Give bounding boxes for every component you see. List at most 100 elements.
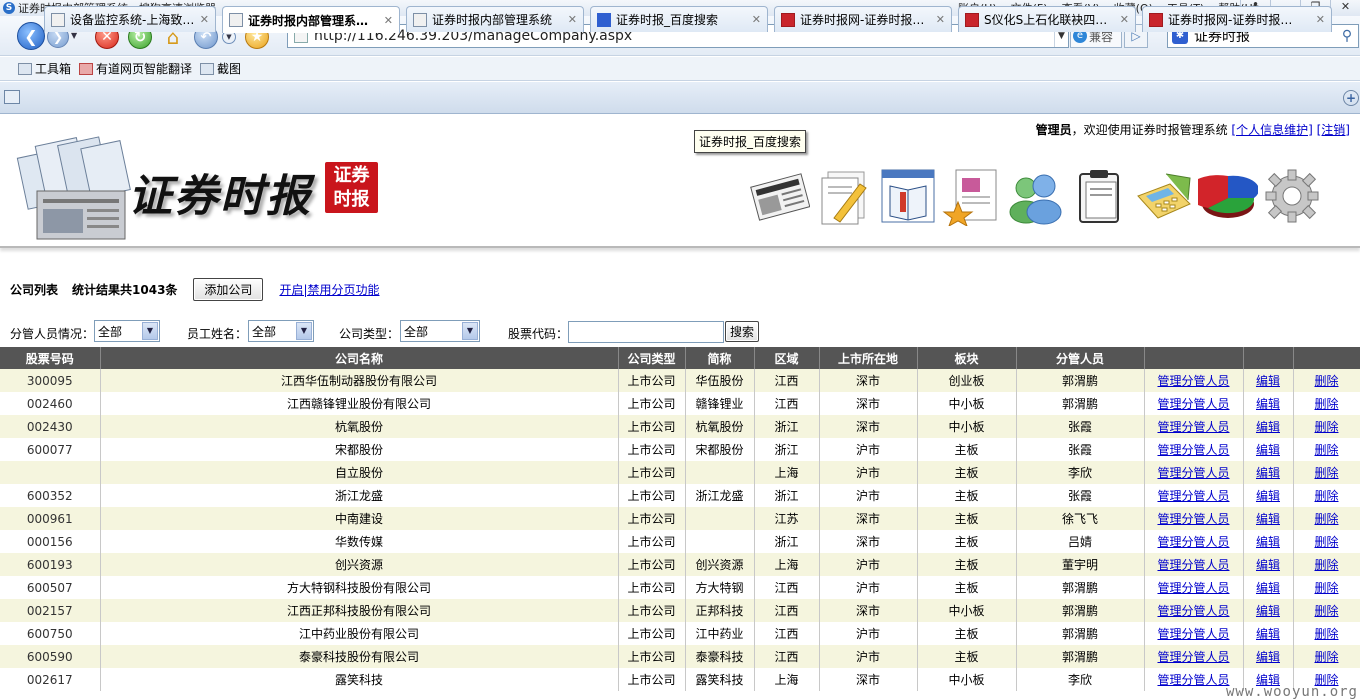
company-type-cell: 上市公司: [618, 507, 686, 530]
chevron-down-icon[interactable]: ▼: [296, 322, 312, 340]
type-filter-label: 公司类型：: [339, 327, 400, 341]
region-cell: 江西: [754, 645, 820, 668]
delete-link[interactable]: 删除: [1314, 420, 1338, 434]
pie-chart-icon[interactable]: [1198, 163, 1258, 229]
manage-managers-link[interactable]: 管理分管人员: [1157, 374, 1229, 388]
chevron-down-icon[interactable]: ▼: [462, 322, 478, 340]
manage-managers-link[interactable]: 管理分管人员: [1157, 466, 1229, 480]
tab-close-icon[interactable]: ✕: [568, 13, 577, 26]
board-cell: 主板: [917, 622, 1017, 645]
stock-code-input[interactable]: [568, 321, 724, 343]
user-role: 管理员: [1035, 123, 1072, 137]
manage-managers-link[interactable]: 管理分管人员: [1157, 558, 1229, 572]
clipboard-icon[interactable]: [1070, 163, 1130, 229]
delete-link[interactable]: 删除: [1314, 627, 1338, 641]
manage-managers-link[interactable]: 管理分管人员: [1157, 604, 1229, 618]
edit-link[interactable]: 编辑: [1256, 604, 1280, 618]
edit-link[interactable]: 编辑: [1256, 535, 1280, 549]
delete-link[interactable]: 删除: [1314, 535, 1338, 549]
employee-filter-select[interactable]: 全部 ▼: [248, 320, 314, 342]
edit-link[interactable]: 编辑: [1256, 650, 1280, 664]
edit-link[interactable]: 编辑: [1256, 374, 1280, 388]
delete-link[interactable]: 删除: [1314, 604, 1338, 618]
delete-link[interactable]: 删除: [1314, 466, 1338, 480]
favorite-document-icon[interactable]: [942, 163, 1002, 229]
type-filter-select[interactable]: 全部 ▼: [400, 320, 480, 342]
search-button[interactable]: 搜索: [725, 321, 760, 342]
delete-link[interactable]: 删除: [1314, 397, 1338, 411]
text-book-icon[interactable]: [878, 163, 938, 229]
manage-managers-link[interactable]: 管理分管人员: [1157, 397, 1229, 411]
screenshot-button[interactable]: 截图: [200, 60, 241, 77]
stock-code-cell: 002460: [0, 392, 101, 415]
logout-link[interactable]: [注销]: [1317, 123, 1350, 137]
tab-close-icon[interactable]: ✕: [384, 14, 393, 27]
action-cell: 编辑: [1243, 553, 1294, 576]
manage-managers-link[interactable]: 管理分管人员: [1157, 673, 1229, 687]
tab-stcn-admin[interactable]: 证券时报内部管理系统 ✕: [406, 6, 584, 32]
back-button[interactable]: ❮: [17, 22, 45, 50]
tab-close-icon[interactable]: ✕: [200, 13, 209, 26]
col-listing-market: 上市所在地: [819, 347, 918, 369]
delete-link[interactable]: 删除: [1314, 374, 1338, 388]
tab-stcn-admin-active[interactable]: 证券时报内部管理系… ✕: [222, 6, 400, 33]
history-dropdown-icon[interactable]: ▼: [71, 31, 77, 40]
manage-managers-link[interactable]: 管理分管人员: [1157, 420, 1229, 434]
edit-link[interactable]: 编辑: [1256, 489, 1280, 503]
delete-link[interactable]: 删除: [1314, 558, 1338, 572]
manage-managers-link[interactable]: 管理分管人员: [1157, 512, 1229, 526]
manage-managers-link[interactable]: 管理分管人员: [1157, 489, 1229, 503]
manage-managers-link[interactable]: 管理分管人员: [1157, 581, 1229, 595]
news-icon[interactable]: [750, 163, 810, 229]
search-icon[interactable]: ⚲: [1336, 28, 1358, 44]
manage-managers-link[interactable]: 管理分管人员: [1157, 535, 1229, 549]
delete-link[interactable]: 删除: [1314, 443, 1338, 457]
close-window-button[interactable]: ✕: [1330, 0, 1360, 16]
delete-link[interactable]: 删除: [1314, 489, 1338, 503]
new-tab-button[interactable]: +: [1343, 90, 1359, 106]
col-stock-code: 股票号码: [0, 347, 101, 369]
edit-document-icon[interactable]: [814, 163, 874, 229]
tab-stcn-news-1[interactable]: 证券时报网-证券时报… ✕: [774, 6, 952, 32]
listing-market-cell: 深市: [819, 415, 918, 438]
manage-managers-link[interactable]: 管理分管人员: [1157, 627, 1229, 641]
tab-stcn-news-3[interactable]: 证券时报网-证券时报… ✕: [1142, 6, 1332, 32]
region-cell: 浙江: [754, 438, 820, 461]
calculator-icon[interactable]: [1134, 163, 1194, 229]
table-row: 600750 江中药业股份有限公司 上市公司 江中药业 江西 沪市 主板 郭渭鹏 管理分管人员 编…: [0, 622, 1360, 645]
manage-managers-link[interactable]: 管理分管人员: [1157, 443, 1229, 457]
edit-link[interactable]: 编辑: [1256, 443, 1280, 457]
chevron-down-icon[interactable]: ▼: [142, 322, 158, 340]
edit-link[interactable]: 编辑: [1256, 558, 1280, 572]
edit-link[interactable]: 编辑: [1256, 397, 1280, 411]
edit-link[interactable]: 编辑: [1256, 581, 1280, 595]
edit-link[interactable]: 编辑: [1256, 512, 1280, 526]
manager-filter-select[interactable]: 全部 ▼: [94, 320, 160, 342]
tab-stcn-news-2[interactable]: S仪化S上石化联袂四… ✕: [958, 6, 1136, 32]
action-cell: 编辑: [1243, 484, 1294, 507]
toolbox-button[interactable]: 工具箱: [18, 60, 71, 77]
table-row: 600352 浙江龙盛 上市公司 浙江龙盛 浙江 沪市 主板 张霞 管理分管人员 编辑 删除: [0, 484, 1360, 507]
toggle-paging-link[interactable]: 开启|禁用分页功能: [279, 281, 379, 298]
settings-gear-icon[interactable]: [1262, 163, 1322, 229]
tab-device-monitor[interactable]: 设备监控系统-上海致… ✕: [44, 6, 216, 32]
users-icon[interactable]: [1006, 163, 1066, 229]
edit-link[interactable]: 编辑: [1256, 420, 1280, 434]
tab-close-icon[interactable]: ✕: [752, 13, 761, 26]
tab-close-icon[interactable]: ✕: [1120, 13, 1129, 26]
delete-link[interactable]: 删除: [1314, 650, 1338, 664]
tab-close-icon[interactable]: ✕: [936, 13, 945, 26]
add-company-button[interactable]: 添加公司: [193, 278, 264, 301]
edit-link[interactable]: 编辑: [1256, 627, 1280, 641]
delete-link[interactable]: 删除: [1314, 581, 1338, 595]
profile-link[interactable]: [个人信息维护]: [1231, 123, 1312, 137]
sidebar-toggle-icon[interactable]: [4, 90, 20, 104]
youdao-translate-button[interactable]: 有道网页智能翻译: [79, 60, 192, 77]
action-cell: 删除: [1293, 599, 1360, 622]
delete-link[interactable]: 删除: [1314, 512, 1338, 526]
list-toolbar: 公司列表 统计结果共1043条 添加公司 开启|禁用分页功能: [10, 278, 379, 301]
manage-managers-link[interactable]: 管理分管人员: [1157, 650, 1229, 664]
tab-close-icon[interactable]: ✕: [1316, 13, 1325, 26]
edit-link[interactable]: 编辑: [1256, 466, 1280, 480]
tab-baidu-search[interactable]: 证券时报_百度搜索 ✕: [590, 6, 768, 32]
